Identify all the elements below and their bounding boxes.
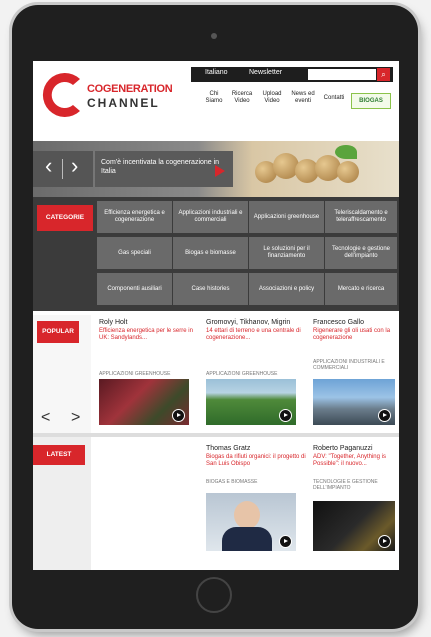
hero-slider[interactable]: ‹ › Com'è incentivata la cogenerazione i…	[33, 141, 399, 197]
categories-label: CATEGORIE	[37, 205, 93, 231]
nav-news-eventi[interactable]: News ed eventi	[289, 91, 317, 105]
newsletter-link[interactable]: Newsletter	[249, 69, 282, 76]
card-title[interactable]: ADV: "Together, Anything is Possible": i…	[313, 454, 397, 468]
popular-card[interactable]: Gromovyi, Tikhanov, Migrin 14 ettari di …	[206, 319, 310, 433]
top-bar: Italiano Newsletter ⌕	[191, 67, 393, 82]
category-item[interactable]: Gas speciali	[97, 237, 172, 269]
nav-label: Contatti	[323, 95, 345, 101]
category-item[interactable]: Tecnologie e gestione dell'impianto	[325, 237, 397, 269]
card-author: Francesco Gallo	[313, 319, 364, 326]
popular-section: POPULAR < > Roly Holt Efficienza energet…	[33, 315, 399, 433]
category-item[interactable]: Applicazioni greenhouse	[249, 201, 324, 233]
hero-next-arrow-icon[interactable]: ›	[71, 153, 78, 179]
nav-label: Ricerca Video	[231, 91, 253, 104]
card-author: Roly Holt	[99, 319, 128, 326]
main-nav: Chi Siamo Ricerca Video Upload Video New…	[191, 85, 393, 119]
popular-card[interactable]: Roly Holt Efficienza energetica per le s…	[99, 319, 203, 433]
search-input[interactable]	[308, 69, 376, 80]
language-link[interactable]: Italiano	[205, 69, 228, 76]
categories-section: CATEGORIE Efficienza energetica e cogene…	[33, 197, 399, 311]
logo-text-cogeneration[interactable]: COGENERATION	[87, 83, 173, 95]
person-body-image	[222, 527, 272, 551]
category-item[interactable]: Associazioni e policy	[249, 273, 324, 305]
category-item[interactable]: Mercato e ricerca	[325, 273, 397, 305]
hero-pointer-icon	[215, 165, 225, 177]
category-item[interactable]: Le soluzioni per il finanziamento	[249, 237, 324, 269]
card-title[interactable]: Biogas da rifiuti organici: il progetto …	[206, 454, 306, 468]
play-icon[interactable]	[378, 535, 391, 548]
card-title[interactable]: Rigenerare gli oli usati con la cogenera…	[313, 328, 397, 342]
popular-next-arrow-icon[interactable]: >	[71, 409, 80, 427]
latest-sidebar: LATEST	[33, 437, 91, 570]
play-icon[interactable]	[279, 409, 292, 422]
latest-label: LATEST	[33, 445, 85, 465]
nav-ricerca-video[interactable]: Ricerca Video	[229, 91, 255, 105]
card-category[interactable]: APPLICAZIONI GREENHOUSE	[206, 371, 277, 377]
card-category[interactable]: TECNOLOGIE E GESTIONE DELL'IMPIANTO	[313, 479, 395, 491]
card-title[interactable]: Efficienza energetica per le serre in UK…	[99, 328, 203, 342]
hero-prev-arrow-icon[interactable]: ‹	[45, 153, 52, 179]
latest-card[interactable]: Roberto Paganuzzi ADV: "Together, Anythi…	[313, 445, 397, 559]
tablet-frame: COGENERATION CHANNEL Italiano Newsletter…	[12, 5, 418, 629]
play-icon[interactable]	[172, 409, 185, 422]
divider	[62, 159, 63, 179]
video-thumbnail[interactable]	[99, 379, 189, 425]
popular-prev-arrow-icon[interactable]: <	[41, 409, 50, 427]
card-author: Gromovyi, Tikhanov, Migrin	[206, 319, 291, 326]
coin-image	[337, 161, 359, 183]
category-item[interactable]: Efficienza energetica e cogenerazione	[97, 201, 172, 233]
card-author: Thomas Gratz	[206, 445, 251, 452]
logo-text-channel[interactable]: CHANNEL	[87, 96, 160, 110]
card-title[interactable]: 14 ettari di terreno e una centrale di c…	[206, 328, 310, 342]
video-thumbnail[interactable]	[206, 493, 296, 551]
latest-card[interactable]: Thomas Gratz Biogas da rifiuti organici:…	[206, 445, 306, 559]
card-category[interactable]: APPLICAZIONI INDUSTRIALI E COMMERCIALI	[313, 359, 395, 371]
site-header: COGENERATION CHANNEL Italiano Newsletter…	[33, 61, 399, 141]
category-item[interactable]: Componenti ausiliari	[97, 273, 172, 305]
video-thumbnail[interactable]	[313, 501, 395, 551]
popular-sidebar: POPULAR < >	[33, 315, 91, 433]
nav-label: Chi Siamo	[205, 91, 223, 104]
video-thumbnail[interactable]	[313, 379, 395, 425]
latest-section: LATEST Thomas Gratz Biogas da rifiuti or…	[33, 437, 399, 570]
popular-card[interactable]: Francesco Gallo Rigenerare gli oli usati…	[313, 319, 397, 433]
card-author: Roberto Paganuzzi	[313, 445, 373, 452]
nav-upload-video[interactable]: Upload Video	[259, 91, 285, 105]
popular-label: POPULAR	[37, 321, 79, 343]
category-item[interactable]: Biogas e biomasse	[173, 237, 248, 269]
category-item[interactable]: Case histories	[173, 273, 248, 305]
browser-viewport: COGENERATION CHANNEL Italiano Newsletter…	[33, 61, 399, 570]
nav-label: News ed eventi	[291, 91, 315, 104]
nav-chi-siamo[interactable]: Chi Siamo	[203, 91, 225, 105]
hero-caption[interactable]: Com'è incentivata la cogenerazione in It…	[95, 151, 233, 187]
category-item[interactable]: Teleriscaldamento e teleraffrescamento	[325, 201, 397, 233]
camera-icon	[211, 33, 217, 39]
nav-label: Upload Video	[262, 91, 282, 104]
logo-c-icon[interactable]	[40, 67, 86, 123]
search-icon[interactable]: ⌕	[377, 68, 390, 81]
category-item[interactable]: Applicazioni industriali e commerciali	[173, 201, 248, 233]
hero-controls: ‹ ›	[33, 151, 93, 187]
video-thumbnail[interactable]	[206, 379, 296, 425]
nav-contatti[interactable]: Contatti	[321, 95, 347, 102]
person-head-image	[234, 501, 260, 529]
plant-image	[335, 145, 357, 159]
play-icon[interactable]	[378, 409, 391, 422]
home-button[interactable]	[196, 577, 232, 613]
card-category[interactable]: BIOGAS E BIOMASSE	[206, 479, 257, 485]
play-icon[interactable]	[279, 535, 292, 548]
card-category[interactable]: APPLICAZIONI GREENHOUSE	[99, 371, 170, 377]
partner-logo-biogas[interactable]: BIOGAS	[351, 93, 391, 109]
